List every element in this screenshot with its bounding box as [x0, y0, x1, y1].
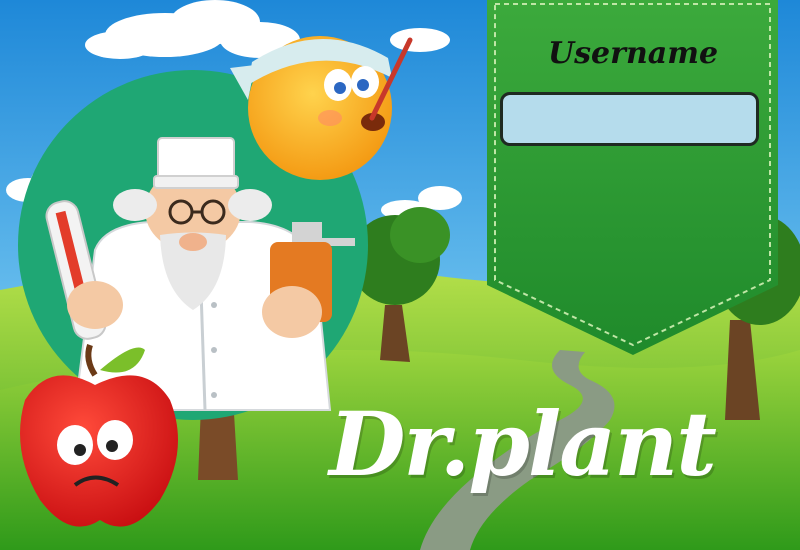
game-title: Dr.plant: [329, 392, 717, 496]
username-label: Username: [548, 36, 719, 71]
username-input[interactable]: [500, 92, 759, 146]
